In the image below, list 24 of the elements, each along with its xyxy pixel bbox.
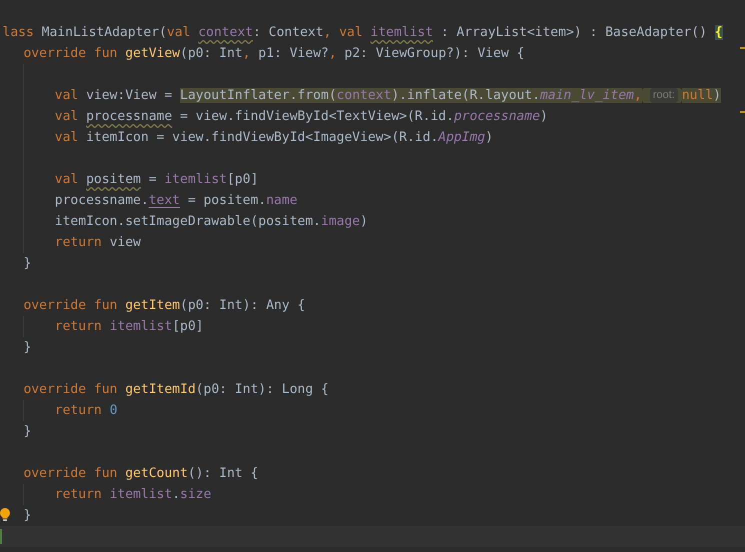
code-line: itemIcon.setImageDrawable(positem.image)	[54, 213, 368, 230]
error-stripe-mark[interactable]	[740, 111, 745, 113]
code-line: }	[23, 507, 32, 524]
code-text: val view:View = LayoutInflater.from(context).inflate(R.layout.main_lv_item,	[54, 87, 642, 104]
error-stripe-mark[interactable]	[740, 47, 745, 49]
lightbulb-icon[interactable]	[0, 507, 12, 522]
code-line: override fun getCount(): Int {	[23, 465, 258, 482]
inlay-hint: root:	[650, 88, 678, 103]
code-line: return itemlist.size	[54, 486, 212, 503]
code-line: return view	[54, 234, 141, 251]
code-line: }	[23, 339, 32, 356]
code-line: lass MainListAdapter(val context: Context, val itemlist : ArrayList<item>) : BaseAdapter() {	[2, 24, 723, 41]
code-line: return itemlist[p0]	[54, 318, 204, 335]
code-line: }	[23, 255, 32, 272]
code-line: return 0	[54, 402, 118, 419]
code-line: processname.text = positem.name	[54, 192, 298, 209]
code-line: val itemIcon = view.findViewById<ImageView>(R.id.AppImg)	[54, 129, 494, 146]
code-line: }	[23, 423, 32, 440]
code-text: null)	[682, 87, 721, 104]
code-line: override fun getItem(p0: Int): Any {	[23, 297, 306, 314]
code-line: override fun getItemId(p0: Int): Long {	[23, 381, 329, 398]
code-line: val processname = view.findViewById<TextView>(R.id.processname)	[54, 108, 548, 125]
code-line: val positem = itemlist[p0]	[54, 171, 258, 188]
code-line: override fun getView(p0: Int, p1: View?, p2: ViewGroup?): View {	[23, 45, 524, 62]
